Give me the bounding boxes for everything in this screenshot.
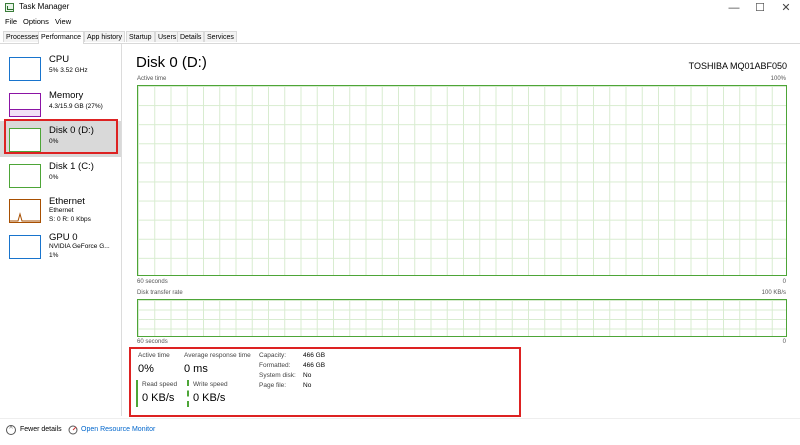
sidebar-item-title: Ethernet [49,196,85,207]
resource-sidebar: CPU 5% 3.52 GHz Memory 4.3/15.9 GB (27%)… [0,44,122,416]
sidebar-item-detail: 0% [49,174,59,181]
graph-time-label: 60 seconds [137,279,168,285]
tab-app-history[interactable]: App history [84,31,126,42]
device-model: TOSHIBA MQ01ABF050 [688,61,787,71]
graph-max-label: 100 KB/s [761,290,786,296]
selected-item-highlight [4,119,118,154]
ethernet-spike-icon [10,212,40,222]
sidebar-item-memory[interactable]: Memory 4.3/15.9 GB (27%) [0,86,121,122]
transfer-rate-graph [137,299,787,337]
task-manager-icon [5,3,14,12]
graph-label: Disk transfer rate [137,290,183,296]
resource-monitor-icon[interactable] [68,425,78,435]
sidebar-item-detail-2: S: 0 R: 0 Kbps [49,216,91,223]
fewer-details-link[interactable]: Fewer details [20,426,62,433]
tab-startup[interactable]: Startup [126,31,155,42]
gpu-thumbnail-graph [9,235,41,259]
stats-highlight [129,347,521,417]
tab-processes[interactable]: Processes [3,31,42,42]
sidebar-item-detail: NVIDIA GeForce G... [49,243,110,250]
sidebar-item-disk-1[interactable]: Disk 1 (C:) 0% [0,157,121,193]
sidebar-item-detail: 4.3/15.9 GB (27%) [49,103,103,110]
menu-bar: File Options View [0,16,800,30]
window-title: Task Manager [19,2,70,11]
sidebar-item-detail: 5% 3.52 GHz [49,67,88,74]
sidebar-item-title: Disk 1 (C:) [49,161,94,172]
menu-view[interactable]: View [55,17,71,26]
graph-min-label: 0 [782,279,786,285]
memory-thumbnail-graph [9,93,41,117]
sidebar-item-detail-2: 1% [49,252,59,259]
graph-time-label: 60 seconds [137,339,168,345]
ethernet-thumbnail-graph [9,199,41,223]
menu-file[interactable]: File [5,17,17,26]
sidebar-item-gpu-0[interactable]: GPU 0 NVIDIA GeForce G... 1% [0,228,121,264]
active-time-graph [137,85,787,276]
graph-min-label: 0 [782,339,786,345]
sidebar-item-cpu[interactable]: CPU 5% 3.52 GHz [0,50,121,86]
sidebar-item-title: GPU 0 [49,232,78,243]
minimize-button[interactable]: — [721,0,747,16]
tab-performance[interactable]: Performance [38,31,85,44]
sidebar-item-ethernet[interactable]: Ethernet Ethernet S: 0 R: 0 Kbps [0,192,121,228]
title-bar: Task Manager — ☐ ✕ [0,0,800,16]
menu-options[interactable]: Options [23,17,49,26]
cpu-thumbnail-graph [9,57,41,81]
graph-label: Active time [137,76,167,82]
sidebar-item-title: CPU [49,54,70,65]
graph-max-label: 100% [770,76,786,82]
close-button[interactable]: ✕ [773,0,799,16]
tab-bar: Processes Performance App history Startu… [0,30,800,44]
disk-1-thumbnail-graph [9,164,41,188]
tab-details[interactable]: Details [177,31,205,42]
sidebar-item-title: Memory [49,90,84,101]
page-title: Disk 0 (D:) [136,54,207,71]
tab-services[interactable]: Services [204,31,237,42]
footer-bar: ^ Fewer details Open Resource Monitor [0,418,800,445]
chevron-up-icon[interactable]: ^ [6,425,16,435]
open-resource-monitor-link[interactable]: Open Resource Monitor [81,426,155,433]
maximize-button[interactable]: ☐ [747,0,773,16]
tab-users[interactable]: Users [155,31,180,42]
sidebar-item-detail: Ethernet [49,207,74,214]
